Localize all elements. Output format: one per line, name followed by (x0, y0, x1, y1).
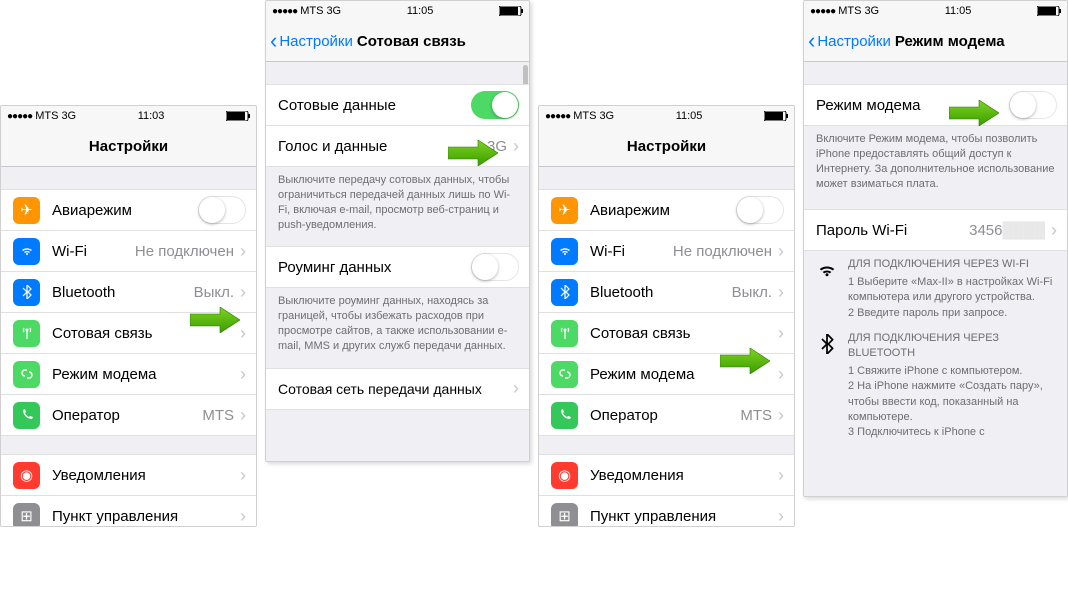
link-icon (13, 361, 40, 388)
chevron-right-icon: › (778, 241, 784, 262)
airplane-icon: ✈ (13, 197, 40, 224)
control-center-row[interactable]: ⊞ Пункт управления › (539, 496, 794, 526)
chevron-right-icon: › (240, 323, 246, 344)
airplane-icon: ✈ (551, 197, 578, 224)
arrow-annotation (720, 348, 770, 374)
wifi-instructions: ДЛЯ ПОДКЛЮЧЕНИЯ ЧЕРЕЗ WI-FI 1 Выберите «… (804, 251, 1067, 325)
phone-settings-2: ●●●●● MTS 3G 11:05 Настройки ✈ Авиарежим… (538, 105, 795, 527)
chevron-right-icon: › (240, 282, 246, 303)
roaming-row[interactable]: Роуминг данных (266, 246, 529, 288)
notifications-row[interactable]: ◉ Уведомления › (1, 454, 256, 496)
roaming-toggle[interactable] (471, 253, 519, 281)
antenna-icon (13, 320, 40, 347)
notifications-row[interactable]: ◉ Уведомления › (539, 454, 794, 496)
chevron-right-icon: › (778, 405, 784, 426)
notifications-icon: ◉ (13, 462, 40, 489)
chevron-right-icon: › (1051, 220, 1057, 241)
chevron-left-icon: ‹ (808, 28, 815, 54)
bluetooth-row[interactable]: Bluetooth Выкл. › (539, 272, 794, 313)
footer-text-1: Выключите передачу сотовых данных, чтобы… (266, 167, 529, 238)
phone-icon (551, 402, 578, 429)
phone-cellular: ●●●●● MTS 3G 11:05 ‹Настройки Сотовая св… (265, 0, 530, 462)
nav-bar: ‹Настройки Сотовая связь (266, 21, 529, 62)
chevron-right-icon: › (240, 465, 246, 486)
hotspot-toggle[interactable] (1009, 91, 1057, 119)
wifi-icon (816, 259, 838, 281)
back-button[interactable]: ‹Настройки (804, 28, 891, 54)
wifi-row[interactable]: Wi-Fi Не подключен › (1, 231, 256, 272)
cellular-data-toggle[interactable] (471, 91, 519, 119)
notifications-icon: ◉ (551, 462, 578, 489)
phone-icon (13, 402, 40, 429)
apn-row[interactable]: Сотовая сеть передачи данных › (266, 368, 529, 410)
status-bar: ●●●●● MTS 3G 11:05 (804, 1, 1067, 21)
bluetooth-icon (551, 279, 578, 306)
wifi-icon (551, 238, 578, 265)
chevron-left-icon: ‹ (270, 28, 277, 54)
airplane-row[interactable]: ✈ Авиарежим (1, 189, 256, 231)
bluetooth-instructions: ДЛЯ ПОДКЛЮЧЕНИЯ ЧЕРЕЗ BLUETOOTH 1 Свяжит… (804, 325, 1067, 445)
cellular-data-row[interactable]: Сотовые данные (266, 84, 529, 126)
airplane-toggle[interactable] (198, 196, 246, 224)
status-bar: ●●●●● MTS 3G 11:03 (1, 106, 256, 126)
wifi-icon (13, 238, 40, 265)
nav-bar: ‹Настройки Режим модема (804, 21, 1067, 62)
control-center-icon: ⊞ (13, 503, 40, 527)
control-center-row[interactable]: ⊞ Пункт управления › (1, 496, 256, 526)
wifi-password-row[interactable]: Пароль Wi-Fi 3456████ › (804, 209, 1067, 251)
back-button[interactable]: ‹Настройки (266, 28, 353, 54)
arrow-annotation (190, 307, 240, 333)
chevron-right-icon: › (778, 282, 784, 303)
nav-bar: Настройки (1, 126, 256, 167)
chevron-right-icon: › (240, 405, 246, 426)
page-title: Сотовая связь (357, 33, 466, 50)
operator-row[interactable]: Оператор MTS › (1, 395, 256, 436)
bluetooth-icon (816, 333, 838, 355)
status-bar: ●●●●● MTS 3G 11:05 (539, 106, 794, 126)
chevron-right-icon: › (513, 136, 519, 157)
chevron-right-icon: › (778, 364, 784, 385)
chevron-right-icon: › (513, 378, 519, 399)
phone-hotspot: ●●●●● MTS 3G 11:05 ‹Настройки Режим моде… (803, 0, 1068, 497)
arrow-annotation (949, 100, 999, 126)
hotspot-row[interactable]: Режим модема › (1, 354, 256, 395)
control-center-icon: ⊞ (551, 503, 578, 527)
page-title: Настройки (1, 138, 256, 155)
chevron-right-icon: › (778, 506, 784, 527)
chevron-right-icon: › (778, 465, 784, 486)
page-title: Режим модема (895, 33, 1005, 50)
airplane-row[interactable]: ✈ Авиарежим (539, 189, 794, 231)
chevron-right-icon: › (778, 323, 784, 344)
page-title: Настройки (539, 138, 794, 155)
airplane-toggle[interactable] (736, 196, 784, 224)
hotspot-description: Включите Режим модема, чтобы позволить i… (804, 126, 1067, 197)
chevron-right-icon: › (240, 364, 246, 385)
chevron-right-icon: › (240, 506, 246, 527)
antenna-icon (551, 320, 578, 347)
hotspot-toggle-row[interactable]: Режим модема (804, 84, 1067, 126)
nav-bar: Настройки (539, 126, 794, 167)
bluetooth-icon (13, 279, 40, 306)
operator-row[interactable]: Оператор MTS › (539, 395, 794, 436)
status-bar: ●●●●● MTS 3G 11:05 (266, 1, 529, 21)
arrow-annotation (448, 140, 498, 166)
footer-text-2: Выключите роуминг данных, находясь за гр… (266, 288, 529, 359)
link-icon (551, 361, 578, 388)
chevron-right-icon: › (240, 241, 246, 262)
wifi-row[interactable]: Wi-Fi Не подключен › (539, 231, 794, 272)
